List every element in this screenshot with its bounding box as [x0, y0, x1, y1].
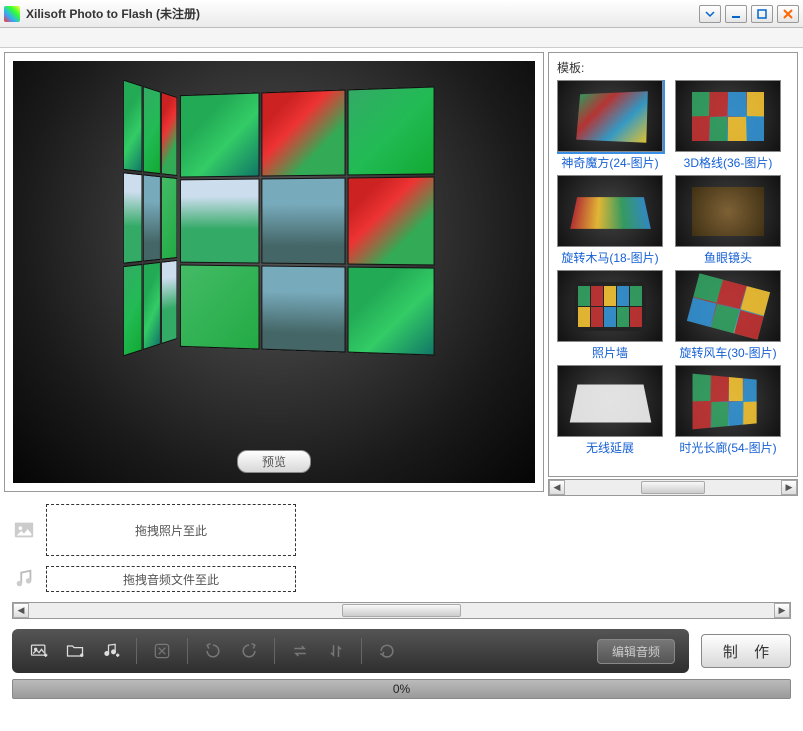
rotate-right-button[interactable] — [236, 638, 262, 664]
toolbar-area: 编辑音频 制 作 — [0, 619, 803, 679]
photo-dropzone[interactable]: 拖拽照片至此 — [46, 504, 296, 556]
make-button[interactable]: 制 作 — [701, 634, 791, 668]
audio-dropzone[interactable]: 拖拽音频文件至此 — [46, 566, 296, 592]
add-folder-button[interactable] — [62, 638, 88, 664]
scroll-thumb[interactable] — [342, 604, 461, 617]
window-title: Xilisoft Photo to Flash (未注册) — [26, 5, 699, 22]
minimize-button[interactable] — [725, 5, 747, 23]
window-controls — [699, 5, 799, 23]
template-name: 旋转风车(30-图片) — [675, 344, 781, 361]
template-item-photo-wall[interactable]: 照片墙 — [557, 270, 663, 361]
template-name: 鱼眼镜头 — [675, 249, 781, 266]
rotate-left-button[interactable] — [200, 638, 226, 664]
template-item-carousel[interactable]: 旋转木马(18-图片) — [557, 175, 663, 266]
photo-icon — [12, 518, 36, 542]
progress-wrap: 0% — [0, 679, 803, 707]
template-scrollbar[interactable]: ◀ ▶ — [548, 479, 798, 496]
scroll-right-button[interactable]: ▶ — [781, 480, 797, 495]
cube-left-face — [123, 80, 177, 357]
dropzones: 拖拽照片至此 拖拽音频文件至此 — [0, 496, 803, 592]
template-item-corridor[interactable]: 时光长廊(54-图片) — [675, 365, 781, 456]
template-item-fisheye[interactable]: 鱼眼镜头 — [675, 175, 781, 266]
template-name: 照片墙 — [557, 344, 663, 361]
swap-horizontal-button[interactable] — [287, 638, 313, 664]
toolbar: 编辑音频 — [12, 629, 689, 673]
progress-bar: 0% — [12, 679, 791, 699]
cube-front-face — [180, 86, 435, 355]
close-button[interactable] — [777, 5, 799, 23]
undo-button[interactable] — [374, 638, 400, 664]
template-box: 模板: 神奇魔方(24-图片) 3D格线(36-图片) 旋转木马(18- — [548, 52, 798, 477]
scroll-left-button[interactable]: ◀ — [13, 603, 29, 618]
template-item-magic-cube[interactable]: 神奇魔方(24-图片) — [557, 80, 663, 171]
timeline-scrollbar[interactable]: ◀ ▶ — [12, 602, 791, 619]
dropdown-button[interactable] — [699, 5, 721, 23]
edit-audio-button[interactable]: 编辑音频 — [597, 639, 675, 664]
preview-canvas: 预览 — [13, 61, 535, 483]
add-music-button[interactable] — [98, 638, 124, 664]
app-icon — [4, 6, 20, 22]
preview-button[interactable]: 预览 — [237, 450, 311, 473]
add-photo-button[interactable] — [26, 638, 52, 664]
maximize-button[interactable] — [751, 5, 773, 23]
template-item-infinite[interactable]: 无线延展 — [557, 365, 663, 456]
template-name: 3D格线(36-图片) — [675, 154, 781, 171]
template-grid: 神奇魔方(24-图片) 3D格线(36-图片) 旋转木马(18-图片) 鱼眼镜头 — [557, 80, 793, 472]
swap-vertical-button[interactable] — [323, 638, 349, 664]
template-name: 旋转木马(18-图片) — [557, 249, 663, 266]
template-panel: 模板: 神奇魔方(24-图片) 3D格线(36-图片) 旋转木马(18- — [548, 48, 802, 496]
template-name: 神奇魔方(24-图片) — [557, 154, 663, 171]
main-area: 预览 模板: 神奇魔方(24-图片) 3D格线(36-图片) — [0, 48, 803, 496]
template-name: 无线延展 — [557, 439, 663, 456]
delete-button[interactable] — [149, 638, 175, 664]
titlebar: Xilisoft Photo to Flash (未注册) — [0, 0, 803, 28]
template-name: 时光长廊(54-图片) — [675, 439, 781, 456]
music-icon — [12, 567, 36, 591]
template-label: 模板: — [557, 59, 793, 76]
preview-box: 预览 — [4, 52, 544, 492]
scroll-left-button[interactable]: ◀ — [549, 480, 565, 495]
scroll-track[interactable] — [565, 480, 781, 495]
menubar[interactable] — [0, 28, 803, 48]
preview-panel: 预览 — [0, 48, 548, 496]
scroll-right-button[interactable]: ▶ — [774, 603, 790, 618]
template-item-windmill[interactable]: 旋转风车(30-图片) — [675, 270, 781, 361]
template-item-3d-grid[interactable]: 3D格线(36-图片) — [675, 80, 781, 171]
scroll-track[interactable] — [29, 603, 774, 618]
scroll-thumb[interactable] — [641, 481, 706, 494]
